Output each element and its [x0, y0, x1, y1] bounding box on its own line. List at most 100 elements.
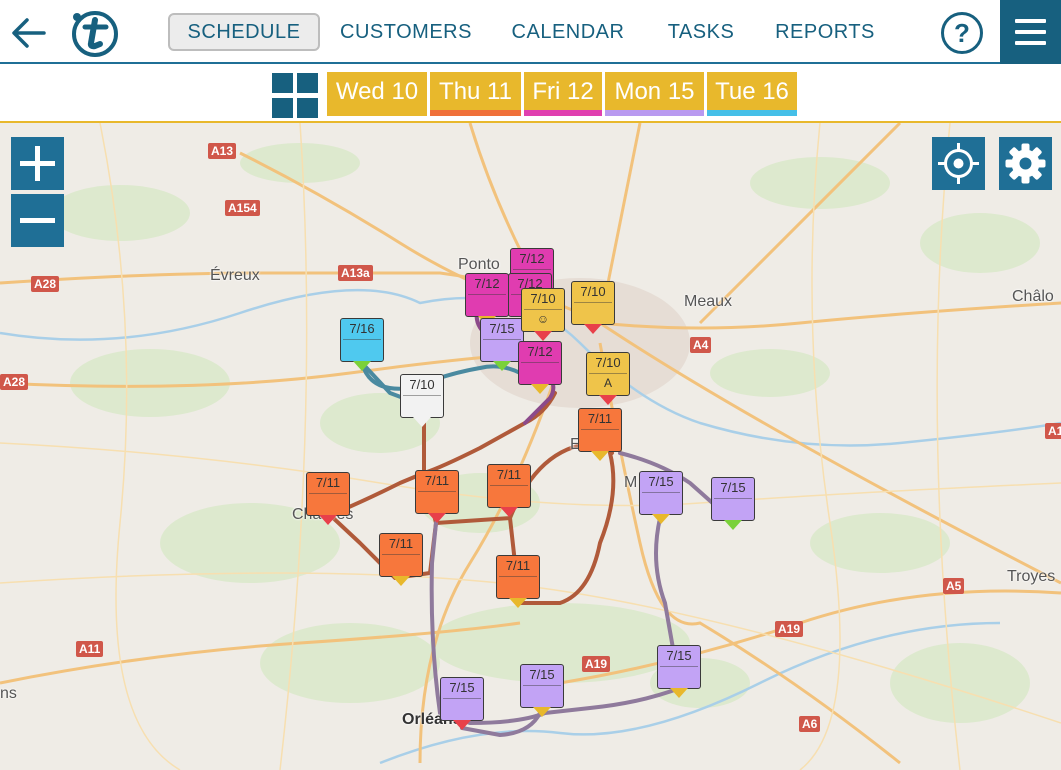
- stop-pin[interactable]: 7/15: [711, 477, 755, 530]
- tab-customers[interactable]: CUSTOMERS: [336, 13, 476, 51]
- stop-pin-tip: [534, 331, 552, 341]
- stop-pin-divider: [382, 554, 420, 555]
- city-label: Châlo: [1012, 288, 1054, 305]
- road-label: A11: [76, 641, 104, 657]
- stop-pin-body: 7/11: [487, 464, 531, 508]
- road-label: A154: [225, 200, 260, 216]
- stop-pin-date: 7/15: [666, 648, 692, 663]
- day-tab-thu-11[interactable]: Thu 11: [430, 72, 521, 116]
- day-tab-label: Fri 12: [532, 78, 594, 105]
- stop-pin[interactable]: 7/11: [415, 470, 459, 523]
- day-color-bar: [605, 110, 704, 116]
- day-tab-label: Wed 10: [335, 78, 419, 105]
- stop-pin-date: 7/15: [648, 474, 674, 489]
- grid-view-icon[interactable]: [272, 73, 318, 118]
- back-arrow-icon[interactable]: [8, 14, 52, 52]
- day-strip: Wed 10 Thu 11 Fri 12 Mon 15 Tue 16: [0, 66, 1061, 123]
- settings-gear-icon[interactable]: [999, 137, 1052, 190]
- stop-pin-body: 7/15: [711, 477, 755, 521]
- stop-pin[interactable]: 7/15: [639, 471, 683, 524]
- stop-pin-divider: [574, 302, 612, 303]
- stop-pin-date: 7/15: [449, 680, 475, 695]
- stop-pin-body: 7/15: [440, 677, 484, 721]
- city-label: Troyes: [1007, 568, 1056, 585]
- zoom-in-button[interactable]: [11, 137, 64, 190]
- stop-pin-divider: [523, 685, 561, 686]
- stop-pin-divider: [513, 269, 551, 270]
- stop-pin[interactable]: 7/11: [306, 472, 350, 525]
- city-label: Meaux: [684, 293, 733, 310]
- stop-pin[interactable]: 7/15: [657, 645, 701, 698]
- tab-calendar[interactable]: CALENDAR: [505, 13, 631, 51]
- stop-pin-body: 7/11: [496, 555, 540, 599]
- road-label: A1: [1045, 423, 1061, 439]
- stop-pin-divider: [660, 666, 698, 667]
- hamburger-menu-icon[interactable]: [1000, 0, 1061, 64]
- city-label: Ponto: [458, 256, 500, 273]
- city-label: M: [624, 474, 638, 491]
- stop-pin[interactable]: 7/10: [571, 281, 615, 334]
- stop-pin-body: 7/11: [578, 408, 622, 452]
- stop-pin-divider: [403, 395, 441, 396]
- stop-pin-tip: [319, 515, 337, 525]
- day-tab-wed-10[interactable]: Wed 10: [327, 72, 427, 116]
- stop-pin-divider: [343, 339, 381, 340]
- stop-pin-tip: [392, 576, 410, 586]
- stop-pin-date: 7/11: [388, 536, 414, 551]
- stop-pin-divider: [524, 309, 562, 310]
- day-tab-fri-12[interactable]: Fri 12: [524, 72, 602, 116]
- tab-schedule[interactable]: SCHEDULE: [168, 13, 320, 51]
- stop-pin-divider: [443, 698, 481, 699]
- day-color-bar: [707, 110, 797, 116]
- day-tab-mon-15[interactable]: Mon 15: [605, 72, 704, 116]
- stop-pin-date: 7/11: [496, 467, 522, 482]
- stop-pin-marker: A: [603, 376, 612, 390]
- stop-pin-date: 7/12: [519, 251, 545, 266]
- stop-pin-divider: [490, 485, 528, 486]
- road-label: A19: [582, 656, 611, 672]
- road-label: A6: [799, 716, 821, 732]
- help-icon[interactable]: ?: [941, 12, 983, 54]
- stop-pin-tip: [453, 720, 471, 730]
- stop-pin-body: 7/15: [520, 664, 564, 708]
- stop-pin[interactable]: 7/11: [578, 408, 622, 461]
- stop-pin-divider: [309, 493, 347, 494]
- stop-pin-tip: [724, 520, 742, 530]
- zoom-out-button[interactable]: [11, 194, 64, 247]
- stop-pin-date: 7/11: [315, 475, 341, 490]
- tab-tasks[interactable]: TASKS: [660, 13, 742, 51]
- stop-pin[interactable]: 7/11: [496, 555, 540, 608]
- stop-pin-body: 7/10 A: [586, 352, 630, 396]
- road-label: A4: [690, 337, 712, 353]
- stop-pin-tip: [509, 598, 527, 608]
- day-color-bar: [327, 110, 427, 116]
- tab-reports[interactable]: REPORTS: [770, 13, 880, 51]
- stop-pin[interactable]: 7/15: [440, 677, 484, 730]
- stop-pin-divider: [468, 294, 506, 295]
- stop-pin-date: 7/12: [474, 276, 500, 291]
- road-label: A5: [943, 578, 965, 594]
- app-logo: [70, 9, 120, 57]
- day-tab-label: Thu 11: [439, 78, 512, 105]
- day-tab-tue-16[interactable]: Tue 16: [707, 72, 797, 116]
- stop-pin[interactable]: 7/10 ☺: [521, 288, 565, 341]
- stop-pin[interactable]: 7/11: [487, 464, 531, 517]
- stop-pin-tip: [531, 384, 549, 394]
- day-tab-label: Mon 15: [614, 78, 695, 105]
- stop-pin[interactable]: 7/12: [518, 341, 562, 394]
- stop-pin[interactable]: 7/10: [400, 374, 444, 427]
- stop-pin[interactable]: 7/15: [520, 664, 564, 717]
- stop-pin-date: 7/10: [409, 377, 435, 392]
- stop-pin-date: 7/10: [580, 284, 606, 299]
- stop-pin[interactable]: 7/10 A: [586, 352, 630, 405]
- stop-pin-tip: [500, 507, 518, 517]
- locate-icon[interactable]: [932, 137, 985, 190]
- stop-pin[interactable]: 7/16: [340, 318, 384, 371]
- stop-pin[interactable]: 7/11: [379, 533, 423, 586]
- route-map[interactable]: A13 A154 A28 A13a A28 A4 A1 A11 A19 A19 …: [0, 123, 1061, 770]
- stop-pin-body: 7/10: [571, 281, 615, 325]
- stop-pin-tip: [591, 451, 609, 461]
- stop-pin-divider: [499, 576, 537, 577]
- stop-pin-divider: [418, 491, 456, 492]
- stop-pin-date: 7/16: [349, 321, 375, 336]
